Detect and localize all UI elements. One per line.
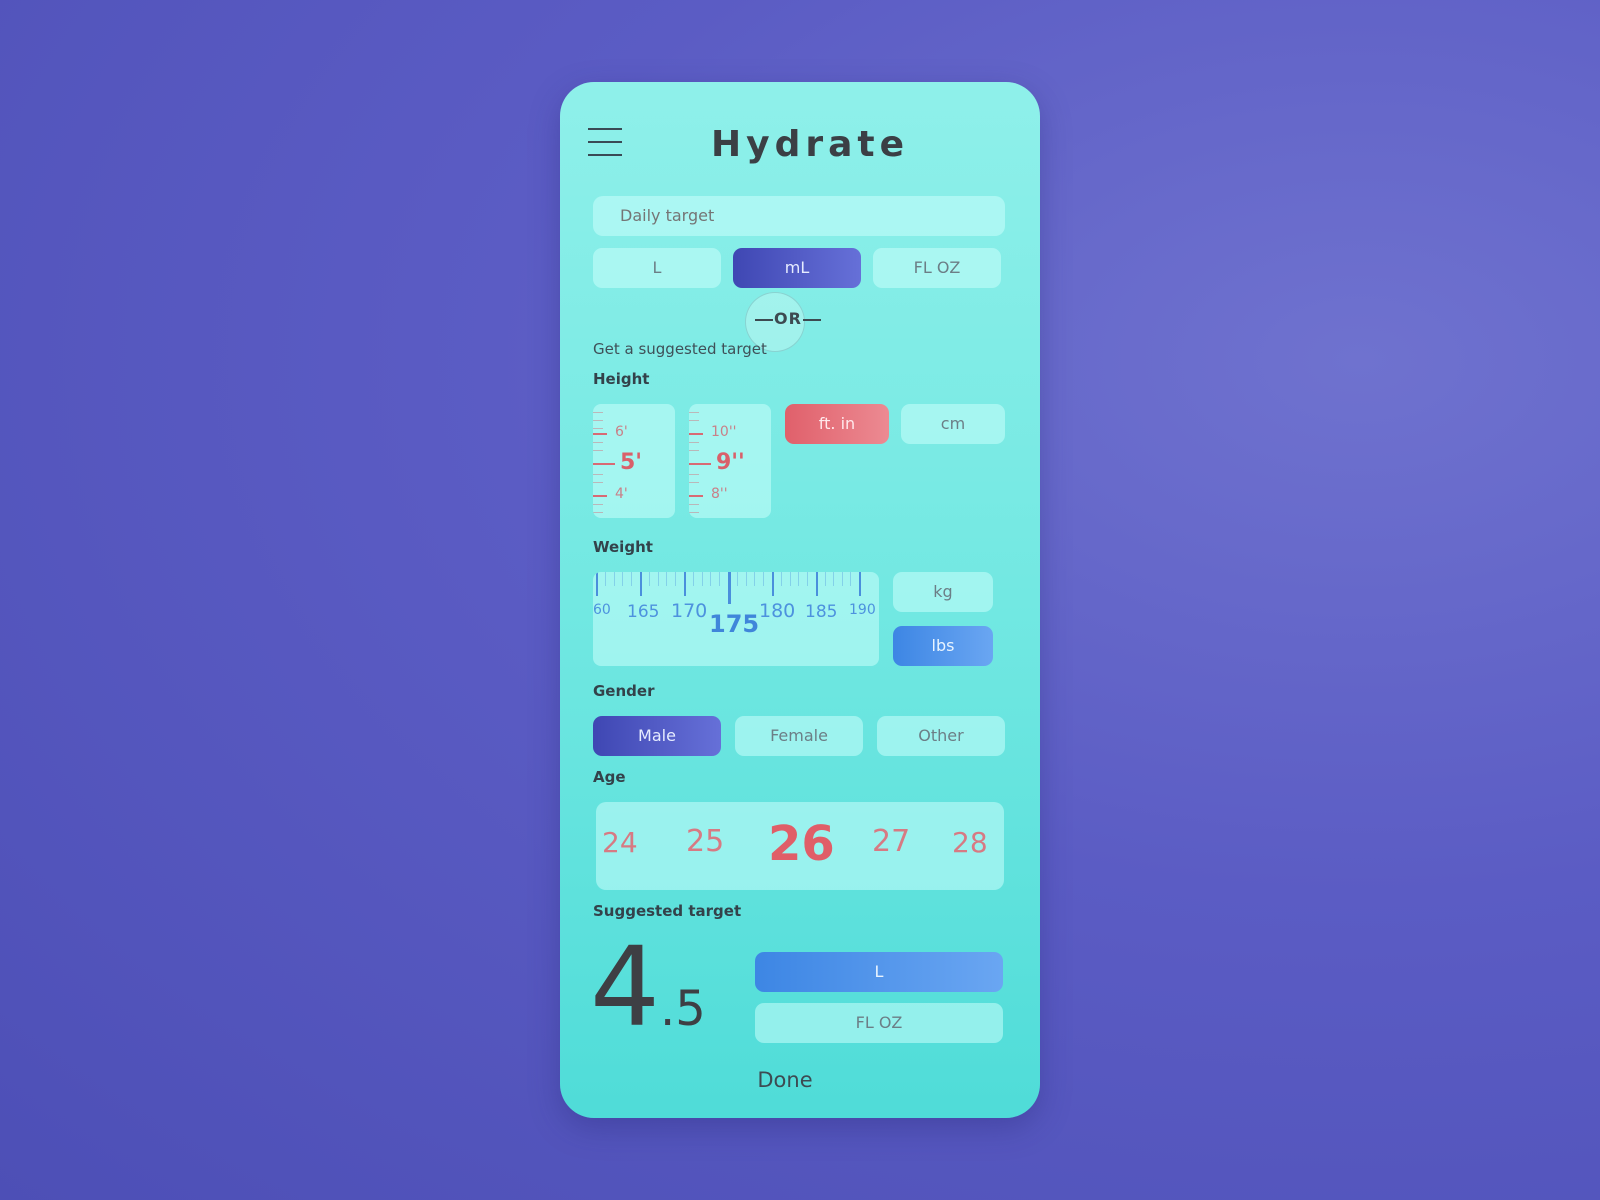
weight-minor-tick [710,572,712,586]
weight-unit-lbs-button[interactable]: lbs [893,626,993,666]
weight-minor-tick [763,572,765,586]
app-screen: Hydrate L mL FL OZ OR Get a suggested ta… [560,82,1040,1118]
suggested-target-value: 4.5 [590,932,706,1042]
inches-selected: 9'' [716,450,745,475]
weight-minor-tick [719,572,721,586]
age-picker[interactable]: 24 25 26 27 28 [596,802,1004,890]
weight-tick-label: 60 [593,602,611,618]
weight-minor-tick [604,572,606,586]
or-divider-label: OR [754,309,822,328]
weight-tick-label: 180 [759,600,796,622]
height-label: Height [593,370,650,388]
inches-below: 8'' [711,486,728,502]
gender-female-button[interactable]: Female [735,716,863,756]
suggested-decimal: .5 [660,981,706,1037]
weight-minor-tick [789,572,791,586]
suggested-unit-floz-button[interactable]: FL OZ [755,1003,1003,1043]
weight-minor-tick [833,572,835,586]
weight-minor-tick [613,572,615,586]
age-option[interactable]: 28 [952,826,988,859]
weight-selected-value: 175 [709,610,760,638]
age-selected[interactable]: 26 [768,816,835,872]
suggest-prompt: Get a suggested target [593,340,767,358]
age-option[interactable]: 27 [872,824,910,859]
weight-minor-tick [675,572,677,586]
weight-minor-tick [841,572,843,586]
age-label: Age [593,768,626,786]
app-title: Hydrate [710,124,910,165]
height-unit-ftin-button[interactable]: ft. in [785,404,889,444]
feet-above: 6' [615,424,628,440]
suggested-integer: 4 [590,923,660,1051]
done-button[interactable]: Done [560,1068,1010,1092]
unit-floz-button[interactable]: FL OZ [873,248,1001,288]
weight-minor-tick [798,572,800,586]
weight-major-tick [772,572,774,596]
age-option[interactable]: 24 [602,826,638,859]
weight-tick-label: 190 [849,602,876,618]
gender-other-button[interactable]: Other [877,716,1005,756]
unit-ml-button[interactable]: mL [733,248,861,288]
unit-l-button[interactable]: L [593,248,721,288]
weight-minor-tick [807,572,809,586]
weight-minor-tick [736,572,738,586]
gender-male-button[interactable]: Male [593,716,721,756]
weight-minor-tick [780,572,782,586]
weight-minor-tick [754,572,756,586]
inches-above: 10'' [711,424,737,440]
weight-major-tick [728,572,731,604]
daily-target-input[interactable] [593,196,1005,236]
weight-minor-tick [657,572,659,586]
weight-tick-label: 185 [805,602,838,622]
weight-minor-tick [745,572,747,586]
weight-major-tick [596,572,598,596]
weight-ruler[interactable]: 60 165 170 175 180 185 190 [593,572,879,666]
height-inches-picker[interactable]: 10'' 9'' 8'' [689,404,771,518]
weight-minor-tick [692,572,694,586]
weight-minor-tick [701,572,703,586]
weight-label: Weight [593,538,653,556]
height-unit-cm-button[interactable]: cm [901,404,1005,444]
weight-major-tick [859,572,861,596]
weight-major-tick [684,572,686,596]
weight-major-tick [816,572,818,596]
weight-minor-tick [631,572,633,586]
weight-minor-tick [824,572,826,586]
suggested-target-label: Suggested target [593,902,742,920]
gender-label: Gender [593,682,655,700]
weight-unit-kg-button[interactable]: kg [893,572,993,612]
weight-minor-tick [622,572,624,586]
weight-minor-tick [648,572,650,586]
feet-selected: 5' [620,450,643,475]
height-feet-picker[interactable]: 6' 5' 4' [593,404,675,518]
weight-tick-label: 170 [671,600,708,622]
weight-minor-tick [666,572,668,586]
weight-minor-tick [850,572,852,586]
age-option[interactable]: 25 [686,824,724,859]
suggested-unit-l-button[interactable]: L [755,952,1003,992]
feet-below: 4' [615,486,628,502]
weight-major-tick [640,572,642,596]
weight-tick-label: 165 [627,602,660,622]
